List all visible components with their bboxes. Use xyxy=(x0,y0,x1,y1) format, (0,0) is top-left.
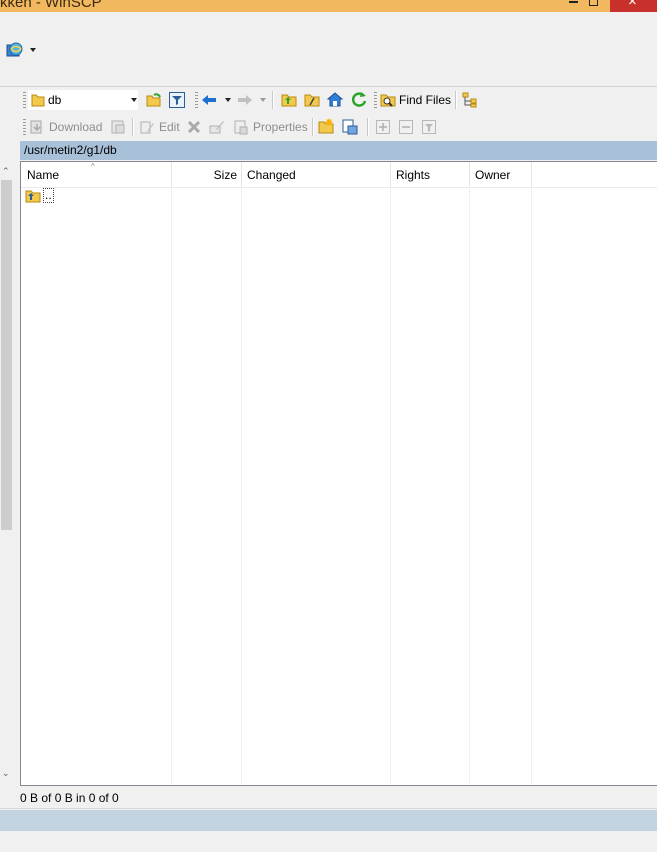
toolbar-separator xyxy=(312,118,314,136)
new-folder-icon[interactable] xyxy=(318,118,334,134)
folder-icon xyxy=(31,94,45,107)
download-icon xyxy=(30,120,42,134)
close-button[interactable]: × xyxy=(610,0,657,12)
select-icon xyxy=(422,120,436,134)
column-divider xyxy=(390,187,391,785)
status-bar: 0 B of 0 B in 0 of 0 xyxy=(0,786,657,809)
toolbar-separator xyxy=(132,118,134,136)
session-toolbar xyxy=(0,12,657,87)
edit-icon xyxy=(140,121,154,134)
scroll-down-icon[interactable]: ⌄ xyxy=(2,768,10,779)
session-dropdown-arrow[interactable] xyxy=(30,48,36,52)
file-list[interactable]: ^ Name Size Changed Rights Owner .. xyxy=(20,161,657,786)
toolbar-grip[interactable] xyxy=(23,119,26,135)
scroll-up-icon[interactable]: ⌃ xyxy=(2,166,10,177)
scrollbar-thumb[interactable] xyxy=(1,180,12,530)
left-panel-scrollbar[interactable]: ⌃ ⌄ xyxy=(0,160,13,784)
minimize-button[interactable] xyxy=(565,0,583,12)
rename-icon xyxy=(209,121,224,134)
edit-label: Edit xyxy=(159,120,180,134)
column-header-rights[interactable]: Rights xyxy=(390,162,470,187)
column-divider xyxy=(469,187,470,785)
new-file-icon[interactable] xyxy=(342,119,358,135)
status-text: 0 B of 0 B in 0 of 0 xyxy=(20,791,119,805)
toolbar-grip[interactable] xyxy=(195,92,198,108)
back-arrow-icon[interactable] xyxy=(201,92,217,108)
download-options-icon xyxy=(111,120,125,134)
toolbar-grip[interactable] xyxy=(374,92,377,108)
toolbar-separator xyxy=(367,118,369,136)
column-header-size[interactable]: Size xyxy=(171,162,242,187)
column-divider xyxy=(531,187,532,785)
title-bar: kken - WinSCP × xyxy=(0,0,657,12)
toolbar-grip[interactable] xyxy=(23,92,26,108)
toolbar-separator xyxy=(455,91,457,109)
list-header: ^ Name Size Changed Rights Owner xyxy=(21,162,657,188)
properties-icon xyxy=(234,120,248,135)
forward-history-dropdown xyxy=(260,98,266,102)
properties-label: Properties xyxy=(253,120,308,134)
find-files-label[interactable]: Find Files xyxy=(399,93,451,107)
filter-icon[interactable] xyxy=(169,92,185,108)
refresh-icon[interactable] xyxy=(351,91,367,107)
column-divider xyxy=(171,187,172,785)
parent-folder-icon xyxy=(25,190,41,203)
column-divider xyxy=(241,187,242,785)
current-path: /usr/metin2/g1/db xyxy=(24,143,117,157)
path-combo-value: db xyxy=(48,93,62,107)
maximize-button[interactable] xyxy=(585,0,603,12)
root-directory-icon[interactable] xyxy=(304,92,320,108)
column-header-owner[interactable]: Owner xyxy=(469,162,532,187)
plus-icon xyxy=(376,120,390,134)
path-combo[interactable]: db xyxy=(28,90,138,110)
home-icon[interactable] xyxy=(327,91,343,107)
find-files-icon[interactable] xyxy=(380,92,396,108)
parent-directory-icon[interactable] xyxy=(281,92,297,108)
window-title: kken - WinSCP xyxy=(0,0,102,11)
bottom-status-strip xyxy=(0,810,657,831)
sort-ascending-icon: ^ xyxy=(91,162,95,171)
row-name: .. xyxy=(43,188,54,203)
download-label: Download xyxy=(49,120,103,134)
table-row[interactable]: .. xyxy=(25,188,225,206)
close-icon: × xyxy=(628,0,637,10)
open-directory-icon[interactable] xyxy=(146,92,162,108)
current-path-bar: /usr/metin2/g1/db xyxy=(20,141,657,160)
column-header-name[interactable]: ^ Name xyxy=(21,162,172,187)
minus-icon xyxy=(399,120,413,134)
forward-arrow-icon xyxy=(238,95,252,105)
tree-icon[interactable] xyxy=(462,92,478,108)
back-history-dropdown[interactable] xyxy=(225,98,231,102)
delete-icon xyxy=(187,120,201,134)
toolbar-separator xyxy=(272,91,274,109)
column-header-changed[interactable]: Changed xyxy=(241,162,391,187)
chevron-down-icon[interactable] xyxy=(131,98,137,102)
session-globe-icon[interactable] xyxy=(6,41,24,59)
